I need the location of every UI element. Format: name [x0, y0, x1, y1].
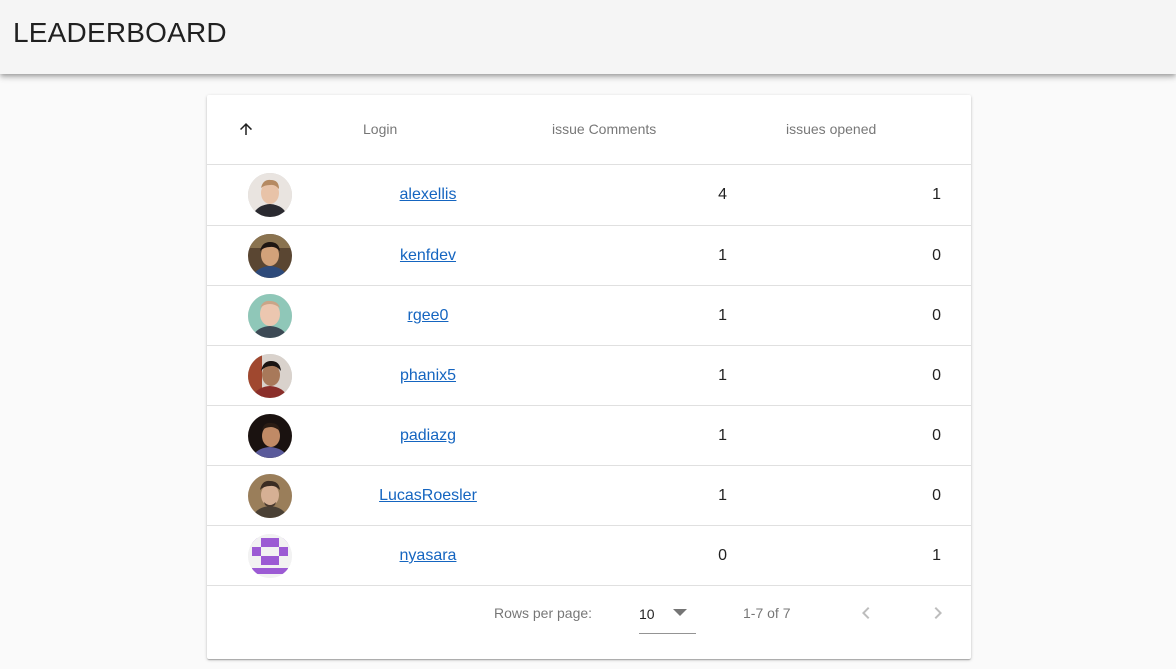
login-link[interactable]: padiazg	[400, 427, 456, 444]
column-header-issue-comments[interactable]: issue Comments	[552, 95, 656, 164]
issues-opened-cell: 0	[932, 427, 941, 444]
leaderboard-table: Login issue Comments issues opened alexe…	[207, 95, 971, 659]
table-row: nyasara 0 1	[207, 526, 971, 586]
rows-per-page-value: 10	[639, 606, 655, 622]
arrow-upward-icon	[240, 123, 252, 135]
avatar	[248, 173, 292, 217]
column-header-issues-opened[interactable]: issues opened	[786, 95, 876, 164]
login-link[interactable]: alexellis	[400, 186, 457, 203]
avatar	[248, 294, 292, 338]
login-link[interactable]: phanix5	[400, 367, 456, 384]
issue-comments-cell: 0	[718, 547, 727, 564]
pagination-range: 1-7 of 7	[743, 605, 791, 621]
table-row: kenfdev 1 0	[207, 226, 971, 286]
page-title: LEADERBOARD	[13, 17, 227, 48]
issues-opened-cell: 0	[932, 487, 941, 504]
avatar	[248, 354, 292, 398]
chevron-right-icon	[934, 607, 942, 619]
table-row: alexellis 4 1	[207, 165, 971, 226]
rows-per-page-label: Rows per page:	[494, 605, 593, 621]
sort-button[interactable]	[237, 95, 257, 164]
identicon-icon	[248, 534, 292, 578]
table-row: phanix5 1 0	[207, 346, 971, 406]
next-page-button[interactable]	[926, 601, 950, 625]
issue-comments-cell: 1	[718, 487, 727, 504]
chevron-left-icon	[862, 607, 870, 619]
login-link[interactable]: LucasRoesler	[379, 487, 477, 504]
rows-per-page-select[interactable]: 10	[639, 600, 696, 634]
table-row: LucasRoesler 1 0	[207, 466, 971, 526]
login-link[interactable]: kenfdev	[400, 247, 456, 264]
previous-page-button[interactable]	[854, 601, 878, 625]
table-row: padiazg 1 0	[207, 406, 971, 466]
issues-opened-cell: 0	[932, 367, 941, 384]
issues-opened-cell: 0	[932, 307, 941, 324]
avatar	[248, 474, 292, 518]
avatar	[248, 534, 292, 578]
login-link[interactable]: rgee0	[408, 307, 449, 324]
dropdown-arrow-icon	[673, 609, 687, 616]
issues-opened-cell: 1	[932, 186, 941, 203]
issue-comments-cell: 1	[718, 247, 727, 264]
login-link[interactable]: nyasara	[400, 547, 457, 564]
table-pagination: Rows per page: 10 1-7 of 7	[207, 586, 971, 659]
issue-comments-cell: 1	[718, 367, 727, 384]
table-header: Login issue Comments issues opened	[207, 95, 971, 165]
table-row: rgee0 1 0	[207, 286, 971, 346]
issues-opened-cell: 0	[932, 247, 941, 264]
issue-comments-cell: 1	[718, 307, 727, 324]
column-header-login[interactable]: Login	[363, 95, 397, 164]
issue-comments-cell: 4	[718, 186, 727, 203]
app-bar: LEADERBOARD	[0, 0, 1176, 74]
issue-comments-cell: 1	[718, 427, 727, 444]
issues-opened-cell: 1	[932, 547, 941, 564]
avatar	[248, 234, 292, 278]
avatar	[248, 414, 292, 458]
